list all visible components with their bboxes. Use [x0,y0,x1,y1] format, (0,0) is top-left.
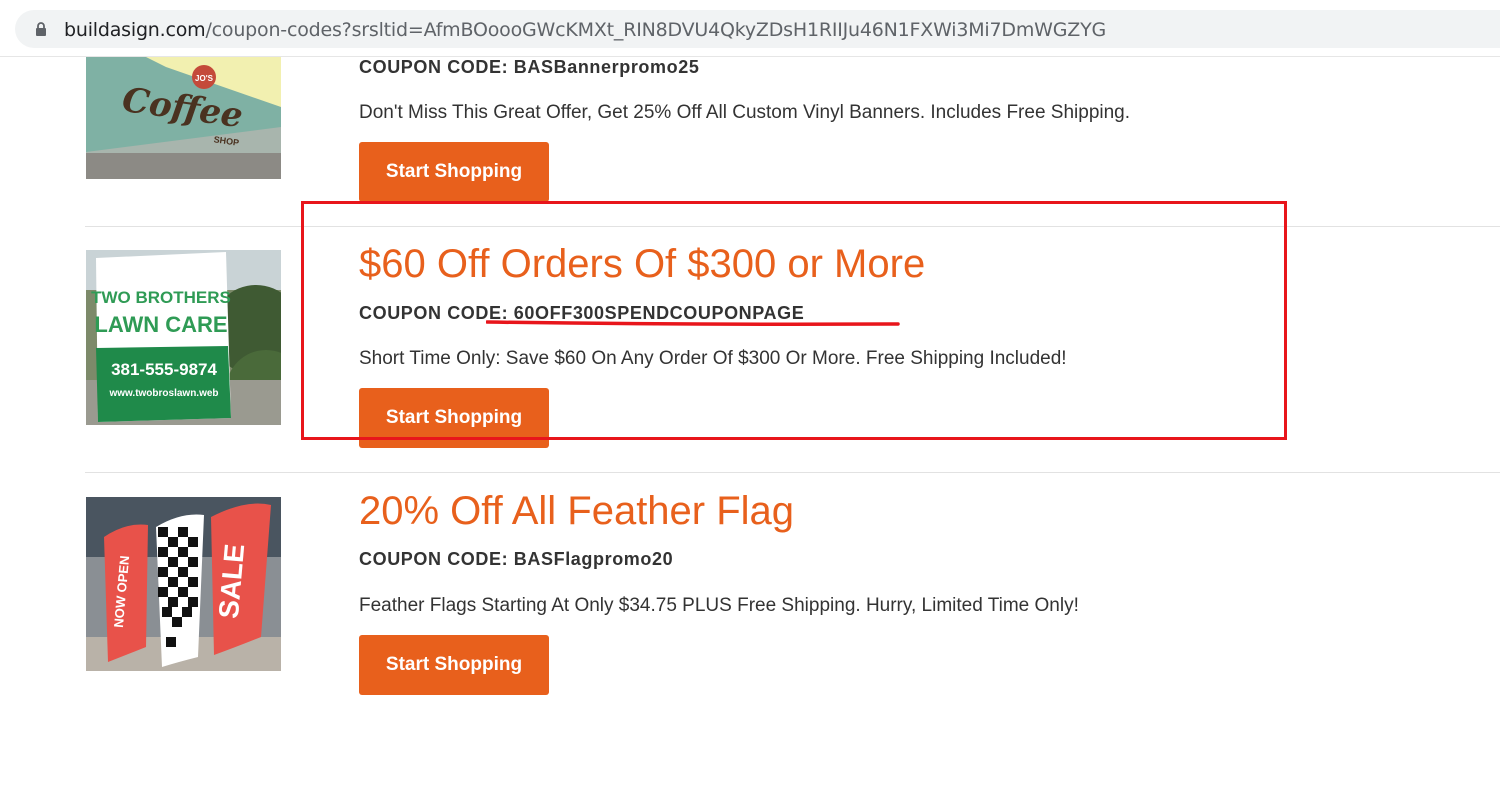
sign-text-two-brothers: TWO BROTHERS [91,288,231,307]
coupon-description: Feather Flags Starting At Only $34.75 PL… [359,595,1079,616]
coupon-code[interactable]: COUPON CODE: BASFlagpromo20 [359,549,673,570]
sign-text-website: www.twobroslawn.web [108,388,218,399]
underline-annotation [486,320,900,326]
start-shopping-button[interactable]: Start Shopping [359,142,549,202]
sign-text-phone: 381-555-9874 [111,360,217,379]
url-host: buildasign.com [64,19,206,41]
coupon-title[interactable]: 20% Off All Feather Flag [359,489,794,534]
start-shopping-button[interactable]: Start Shopping [359,635,549,695]
lawn-care-sign-image[interactable]: TWO BROTHERS LAWN CARE 381-555-9874 www.… [86,250,281,425]
address-bar[interactable]: buildasign.com/coupon-codes?srsltid=AfmB… [15,10,1500,48]
flag-text-sale: SALE [213,543,250,620]
coupon-description: Don't Miss This Great Offer, Get 25% Off… [359,102,1131,123]
coupon-code[interactable]: COUPON CODE: BASBannerpromo25 [359,57,699,78]
coffee-shop-banner-image[interactable]: JO'S Coffee SHOP [86,57,281,179]
url-text[interactable]: buildasign.com/coupon-codes?srsltid=AfmB… [64,19,1106,41]
banner-text-jos: JO'S [195,74,214,83]
url-path: /coupon-codes?srsltid=AfmBOoooGWcKMXt_RI… [205,19,1106,41]
divider [85,472,1500,473]
feather-flags-image[interactable]: NOW OPEN SALE [86,497,281,671]
sign-text-lawn-care: LAWN CARE [94,312,227,337]
lock-icon[interactable] [35,22,47,41]
